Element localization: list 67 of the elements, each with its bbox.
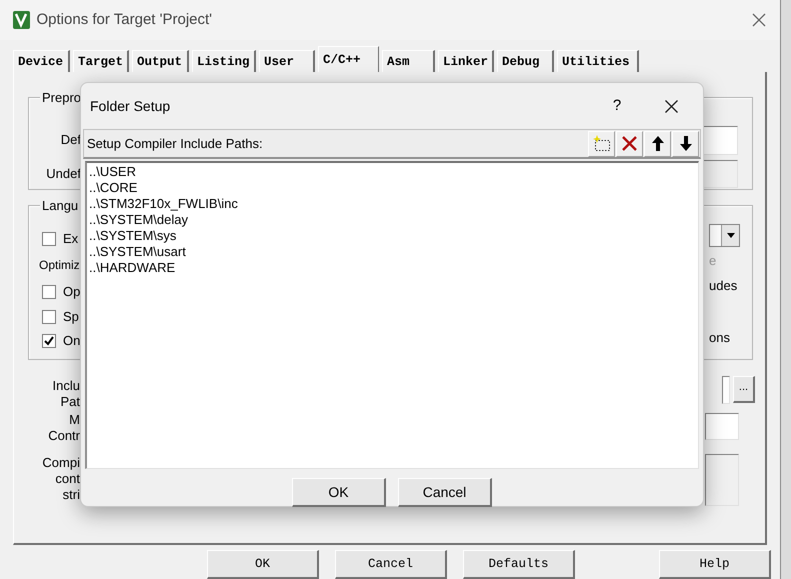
field-label: cont xyxy=(55,471,80,487)
tab[interactable]: User xyxy=(259,50,315,72)
option-label: ons xyxy=(709,330,730,346)
delete-button[interactable] xyxy=(616,130,643,156)
path-item[interactable]: ..\STM32F10x_FWLIB\inc xyxy=(88,196,238,212)
close-icon[interactable] xyxy=(752,13,766,27)
tab[interactable]: Listing xyxy=(192,50,256,72)
dropdown-field[interactable] xyxy=(709,224,740,247)
dialog-button[interactable]: Cancel xyxy=(398,478,492,507)
close-icon xyxy=(664,100,678,112)
move-up-button[interactable] xyxy=(644,130,671,156)
browse-button[interactable]: ... xyxy=(733,376,755,403)
checkbox[interactable] xyxy=(42,334,56,348)
field-label: stri xyxy=(62,487,80,503)
include-paths-field[interactable] xyxy=(722,376,730,404)
app-icon xyxy=(13,11,30,29)
arrow-down-icon xyxy=(680,136,692,151)
tab[interactable]: Debug xyxy=(497,50,554,72)
arrow-up-icon xyxy=(652,136,664,151)
tab[interactable]: Linker xyxy=(438,50,494,72)
field-label: Undef xyxy=(45,166,81,182)
path-item[interactable]: ..\SYSTEM\usart xyxy=(88,244,186,260)
help-button[interactable]: ? xyxy=(597,94,637,118)
path-item[interactable]: ..\CORE xyxy=(88,180,138,196)
dialog-button[interactable]: Help xyxy=(659,550,771,579)
checkbox-label: Ex xyxy=(63,230,78,248)
option-label: udes xyxy=(709,278,738,294)
tab[interactable]: Device xyxy=(13,50,70,72)
window-title: Options for Target 'Project' xyxy=(36,10,212,30)
list-label: Setup Compiler Include Paths: xyxy=(86,134,263,153)
checkbox[interactable] xyxy=(42,310,56,324)
path-item[interactable]: ..\USER xyxy=(88,164,136,180)
tab[interactable]: Target xyxy=(73,50,129,72)
tab[interactable]: Asm xyxy=(382,50,435,72)
checkbox-label: On xyxy=(63,332,80,350)
option-label: e xyxy=(709,253,716,269)
field-label: M xyxy=(69,412,80,428)
group-label: Langu xyxy=(40,198,80,214)
tab[interactable]: C/C++ xyxy=(318,46,379,72)
caret-icon xyxy=(726,233,734,238)
tab[interactable]: Utilities xyxy=(557,50,639,72)
dialog-button[interactable]: Defaults xyxy=(463,550,575,579)
field-label: Compi xyxy=(42,455,80,471)
path-item[interactable]: ..\HARDWARE xyxy=(88,260,176,276)
dropdown-button[interactable] xyxy=(721,225,739,246)
path-item[interactable]: ..\SYSTEM\delay xyxy=(88,212,188,228)
delete-icon xyxy=(622,136,637,151)
checkbox[interactable] xyxy=(42,232,56,246)
dialog-button[interactable]: OK xyxy=(292,478,386,507)
dialog-title: Folder Setup xyxy=(90,96,170,116)
move-down-button[interactable] xyxy=(672,130,699,156)
dialog-button[interactable]: Cancel xyxy=(335,550,447,579)
checkbox-label: Sp xyxy=(63,308,79,326)
dialog-button[interactable]: OK xyxy=(207,550,319,579)
misc-controls-field[interactable] xyxy=(705,413,739,440)
new-path-button[interactable] xyxy=(588,130,615,156)
field-label: Contr xyxy=(48,428,80,444)
path-item[interactable]: ..\SYSTEM\sys xyxy=(88,228,176,244)
new-item-icon xyxy=(592,135,610,152)
field-label: Inclu xyxy=(52,378,80,394)
checkbox-label: Op xyxy=(63,283,80,302)
checkbox[interactable] xyxy=(42,285,56,299)
tab[interactable]: Output xyxy=(132,50,189,72)
field-label: Pat xyxy=(60,394,80,410)
path-list[interactable]: ..\USER ..\CORE ..\STM32F10x_FWLIB\inc ..\SYSTEM\delay ..\SYSTEM\sys ..\SYSTEM\usart ..\HARDWARE xyxy=(85,161,699,469)
field-label: Def xyxy=(60,132,81,148)
field-label: Optimiz xyxy=(39,257,80,273)
